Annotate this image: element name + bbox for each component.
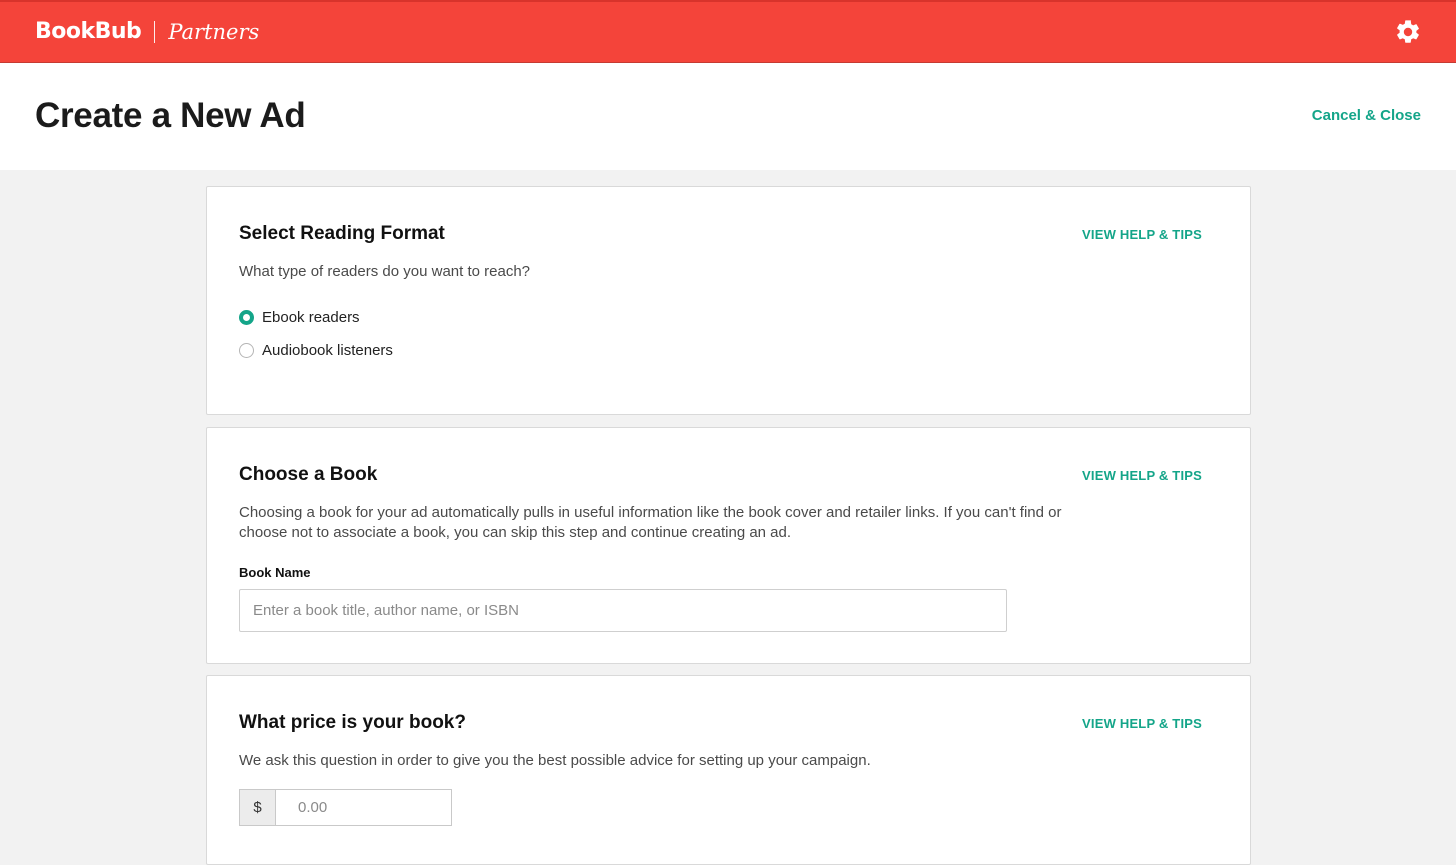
page-header: Create a New Ad Cancel & Close [0, 63, 1456, 170]
currency-symbol: $ [239, 789, 275, 826]
radio-button-audiobook[interactable] [239, 343, 254, 358]
book-price-description: We ask this question in order to give yo… [239, 752, 871, 769]
book-name-input[interactable] [239, 589, 1007, 632]
choose-book-help-link[interactable]: VIEW HELP & TIPS [1082, 468, 1202, 483]
brand-logo[interactable]: BookBub Partners [35, 19, 259, 44]
choose-book-description: Choosing a book for your ad automaticall… [239, 504, 1062, 541]
brand-subtitle: Partners [168, 19, 260, 44]
top-navigation-bar: BookBub Partners [0, 0, 1456, 63]
choose-book-card: Choose a Book VIEW HELP & TIPS Choosing … [206, 427, 1251, 664]
radio-option-ebook[interactable]: Ebook readers [239, 309, 360, 326]
brand-name: BookBub [35, 19, 142, 44]
page-title: Create a New Ad [35, 96, 306, 135]
radio-button-ebook[interactable] [239, 310, 254, 325]
radio-label-audiobook: Audiobook listeners [262, 342, 393, 359]
price-input-group: $ [239, 789, 452, 826]
reading-format-card: Select Reading Format VIEW HELP & TIPS W… [206, 186, 1251, 415]
reading-format-description: What type of readers do you want to reac… [239, 263, 530, 280]
book-price-help-link[interactable]: VIEW HELP & TIPS [1082, 716, 1202, 731]
book-price-title: What price is your book? [239, 712, 466, 733]
choose-book-title: Choose a Book [239, 464, 378, 485]
book-name-label: Book Name [239, 565, 311, 580]
cancel-close-link[interactable]: Cancel & Close [1312, 107, 1421, 124]
book-price-card: What price is your book? VIEW HELP & TIP… [206, 675, 1251, 865]
reading-format-help-link[interactable]: VIEW HELP & TIPS [1082, 227, 1202, 242]
reading-format-title: Select Reading Format [239, 223, 445, 244]
radio-label-ebook: Ebook readers [262, 309, 360, 326]
price-input[interactable] [275, 789, 452, 826]
radio-option-audiobook[interactable]: Audiobook listeners [239, 342, 393, 359]
brand-divider [154, 20, 156, 43]
gear-icon[interactable] [1394, 18, 1422, 46]
